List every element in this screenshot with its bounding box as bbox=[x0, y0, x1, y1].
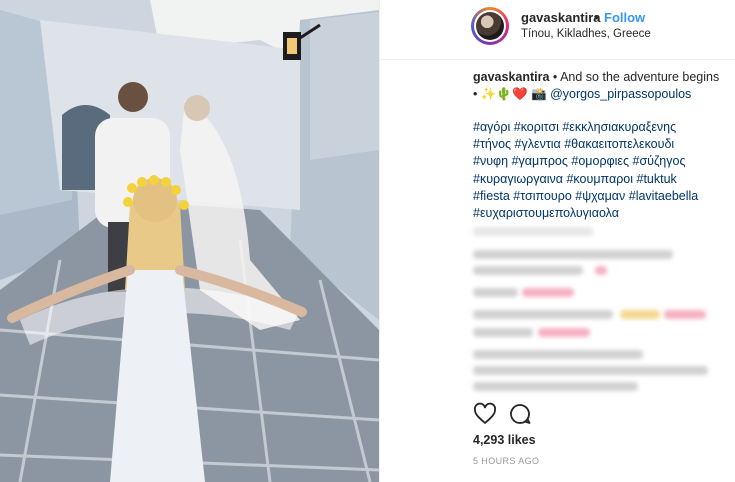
caption-emoji-line: • ✨🌵❤️ 📸 bbox=[473, 87, 551, 101]
blurred-comment-line bbox=[473, 227, 593, 236]
blurred-emoji bbox=[595, 266, 607, 275]
hashtag-block: #αγόρι #κοριτσι #εκκλησιακυραξενης #τήνο… bbox=[473, 119, 723, 222]
caption-text: • And so the adventure begins bbox=[552, 70, 720, 84]
caption-username-link[interactable]: gavaskantira bbox=[473, 70, 549, 84]
hashtag-line[interactable]: #ευχαριστουμεπολυγιαολα bbox=[473, 205, 723, 222]
hashtag-line[interactable]: #αγόρι #κοριτσι #εκκλησιακυραξενης bbox=[473, 119, 723, 136]
username-link[interactable]: gavaskantira bbox=[521, 10, 601, 25]
comment-bubble-icon[interactable] bbox=[508, 402, 532, 426]
avatar-image bbox=[476, 12, 504, 40]
blurred-comment-line bbox=[473, 382, 638, 391]
blurred-emoji bbox=[538, 328, 590, 337]
blurred-emoji bbox=[620, 310, 660, 319]
separator-dot: • bbox=[594, 10, 599, 25]
blurred-comment-line bbox=[473, 328, 533, 337]
heart-outline-icon[interactable] bbox=[473, 402, 497, 426]
wedding-scene-image bbox=[0, 0, 379, 482]
location-link[interactable]: Tínou, Kikladhes, Greece bbox=[521, 28, 651, 40]
follow-button[interactable]: Follow bbox=[604, 10, 645, 25]
avatar[interactable] bbox=[471, 7, 509, 45]
post-side-panel: gavaskantira • Follow Tínou, Kikladhes, … bbox=[379, 0, 735, 482]
hashtag-line[interactable]: #νυφη #γαμπρος #ομορφιες #σύζηγος bbox=[473, 153, 723, 170]
blurred-comment-line bbox=[473, 250, 673, 259]
blurred-comment-line bbox=[473, 288, 518, 297]
blurred-emoji bbox=[664, 310, 706, 319]
blurred-comment-line bbox=[473, 266, 583, 275]
hashtag-line[interactable]: #fiesta #τσιπουρο #ψχαμαν #lavitaebella bbox=[473, 188, 723, 205]
blurred-comment-line bbox=[473, 310, 613, 319]
mention-link[interactable]: @yorgos_pirpassopoulos bbox=[550, 87, 691, 101]
post-timestamp[interactable]: 5 HOURS AGO bbox=[473, 456, 539, 466]
avatar-ring-inner bbox=[474, 10, 506, 42]
blurred-emoji bbox=[522, 288, 574, 297]
likes-count[interactable]: 4,293 likes bbox=[473, 433, 536, 447]
blurred-comment-line bbox=[473, 350, 643, 359]
hashtag-line[interactable]: #τήνος #γλεντια #θακαειτοπελεκουδι bbox=[473, 136, 723, 153]
blurred-comment-line bbox=[473, 366, 708, 375]
post-photo bbox=[0, 0, 379, 482]
hashtag-line[interactable]: #κυραγιωργαινα #κουμπαροι #tuktuk bbox=[473, 171, 723, 188]
post-caption: gavaskantira • And so the adventure begi… bbox=[473, 69, 723, 103]
post-header: gavaskantira • Follow Tínou, Kikladhes, … bbox=[380, 0, 735, 60]
